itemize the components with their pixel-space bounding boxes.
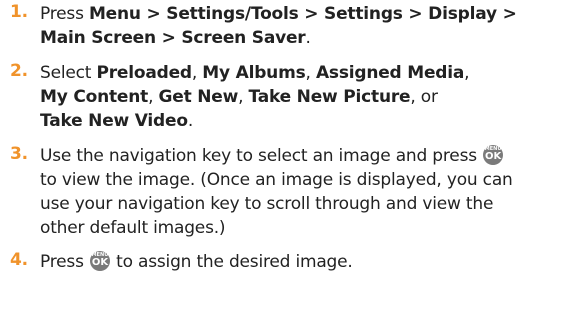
step-number: 2. <box>10 61 28 81</box>
step-1-period: . <box>305 28 311 48</box>
option-my-albums: My Albums <box>202 63 306 83</box>
step-4-text: to assign the desired image. <box>110 252 353 272</box>
step-text: Select Preloaded, My Albums, Assigned Me… <box>40 61 568 133</box>
separator: , <box>305 63 316 83</box>
step-3-line-1: Use the navigation key to select an imag… <box>40 146 483 166</box>
separator: , <box>148 87 159 107</box>
step-3-line-2: to view the image. (Once an image is dis… <box>40 170 513 190</box>
step-4-press: Press <box>40 252 89 272</box>
key-ok-label: OK <box>91 257 109 268</box>
step-text: Press Menu > Settings/Tools > Settings >… <box>40 2 568 50</box>
step-1-press: Press <box>40 4 89 24</box>
key-ok-label: OK <box>484 151 502 162</box>
option-get-new: Get New <box>158 87 239 107</box>
step-3-line-3: use your navigation key to scroll throug… <box>40 194 494 214</box>
option-my-content: My Content <box>40 87 149 107</box>
separator: , <box>238 87 249 107</box>
separator: , <box>191 63 203 83</box>
menu-ok-key-icon: MENU OK <box>483 145 504 165</box>
option-preloaded: Preloaded <box>96 63 192 83</box>
step-number: 4. <box>10 250 28 270</box>
separator: . <box>187 111 194 131</box>
step-number: 3. <box>10 144 28 164</box>
step-number: 1. <box>10 2 28 22</box>
step-text: Press MENU OK to assign the desired image… <box>40 250 568 274</box>
step-text: Use the navigation key to select an imag… <box>40 144 568 240</box>
conjunction: , or <box>410 87 438 107</box>
step-2-select: Select <box>40 63 97 83</box>
option-take-new-video: Take New Video <box>40 111 188 131</box>
option-assigned-media: Assigned Media <box>315 63 465 83</box>
step-3-line-4: other default images.) <box>40 218 226 238</box>
step-1-menu-path-cont: Main Screen > Screen Saver <box>40 28 306 48</box>
separator: , <box>464 63 470 83</box>
menu-ok-key-icon: MENU OK <box>89 251 110 271</box>
step-1-menu-path: Menu > Settings/Tools > Settings > Displ… <box>88 4 517 24</box>
option-take-new-picture: Take New Picture <box>248 87 411 107</box>
